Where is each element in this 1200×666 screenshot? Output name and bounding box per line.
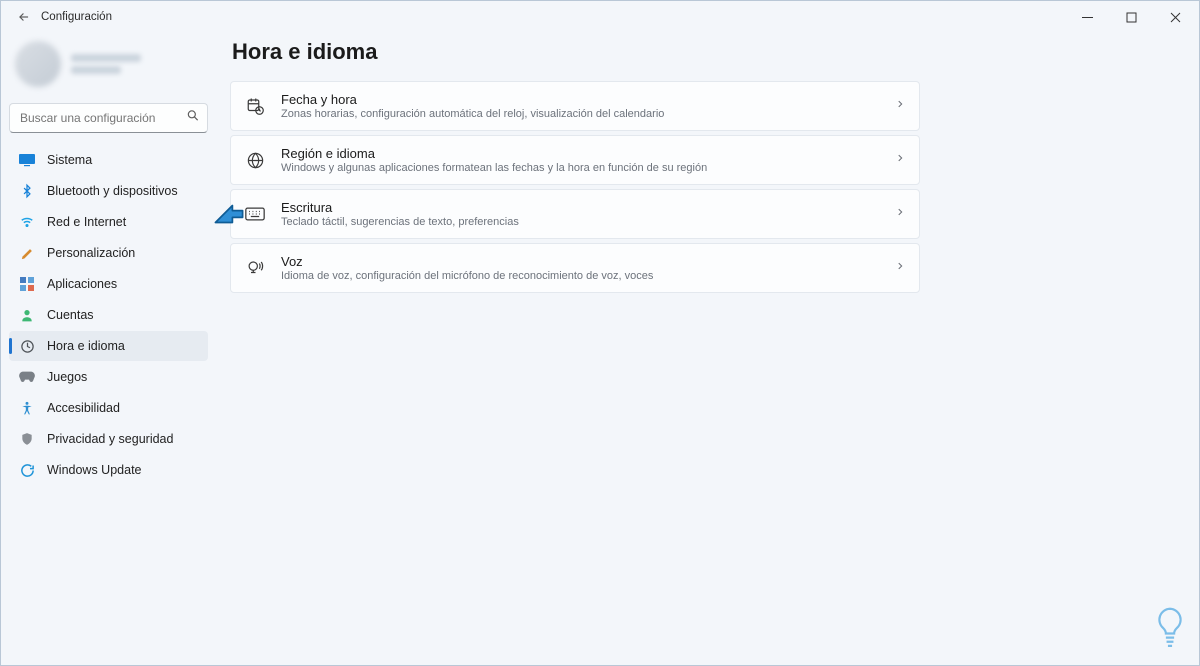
main-content: Hora e idioma Fecha y hora Zonas horaria… (216, 33, 1199, 665)
close-button[interactable] (1153, 2, 1197, 32)
sidebar-item-label: Aplicaciones (47, 277, 117, 291)
gamepad-icon (19, 369, 35, 385)
sidebar-item-gaming[interactable]: Juegos (9, 362, 208, 392)
sidebar-item-label: Accesibilidad (47, 401, 120, 415)
avatar (15, 41, 61, 87)
card-title: Voz (281, 254, 653, 269)
calendar-clock-icon (245, 97, 265, 115)
maximize-icon (1126, 12, 1137, 23)
sidebar-item-label: Privacidad y seguridad (47, 432, 173, 446)
update-icon (19, 462, 35, 478)
search-box[interactable] (9, 103, 208, 133)
tips-bulb-icon[interactable] (1153, 606, 1187, 655)
bluetooth-icon (19, 183, 35, 199)
sidebar-item-system[interactable]: Sistema (9, 145, 208, 175)
titlebar: Configuración (1, 1, 1199, 33)
card-subtitle: Idioma de voz, configuración del micrófo… (281, 270, 653, 282)
person-icon (19, 307, 35, 323)
chevron-right-icon (895, 151, 905, 169)
sidebar: Sistema Bluetooth y dispositivos Red e I… (1, 33, 216, 665)
card-date-time[interactable]: Fecha y hora Zonas horarias, configuraci… (230, 81, 920, 131)
card-title: Escritura (281, 200, 519, 215)
paintbrush-icon (19, 245, 35, 261)
minimize-button[interactable] (1065, 2, 1109, 32)
sidebar-item-time-language[interactable]: Hora e idioma (9, 331, 208, 361)
sidebar-item-label: Juegos (47, 370, 87, 384)
card-title: Región e idioma (281, 146, 707, 161)
sidebar-item-accessibility[interactable]: Accesibilidad (9, 393, 208, 423)
search-icon (186, 109, 200, 128)
window-body: Sistema Bluetooth y dispositivos Red e I… (1, 33, 1199, 665)
card-text: Región e idioma Windows y algunas aplica… (281, 146, 707, 174)
settings-cards: Fecha y hora Zonas horarias, configuraci… (230, 81, 920, 293)
user-profile[interactable] (9, 35, 208, 97)
card-subtitle: Teclado táctil, sugerencias de texto, pr… (281, 216, 519, 228)
settings-window: Configuración (0, 0, 1200, 666)
sidebar-item-label: Sistema (47, 153, 92, 167)
sidebar-item-label: Hora e idioma (47, 339, 125, 353)
page-title: Hora e idioma (232, 39, 1179, 65)
card-title: Fecha y hora (281, 92, 664, 107)
accessibility-icon (19, 400, 35, 416)
sidebar-item-privacy[interactable]: Privacidad y seguridad (9, 424, 208, 454)
sidebar-item-label: Bluetooth y dispositivos (47, 184, 178, 198)
window-title: Configuración (41, 11, 112, 23)
globe-icon (245, 151, 265, 170)
wifi-icon (19, 214, 35, 230)
sidebar-item-bluetooth[interactable]: Bluetooth y dispositivos (9, 176, 208, 206)
sidebar-item-windows-update[interactable]: Windows Update (9, 455, 208, 485)
maximize-button[interactable] (1109, 2, 1153, 32)
minimize-icon (1082, 12, 1093, 23)
mic-speech-icon (245, 259, 265, 277)
chevron-right-icon (895, 97, 905, 115)
card-text: Fecha y hora Zonas horarias, configuraci… (281, 92, 664, 120)
back-arrow-icon (17, 10, 31, 24)
sidebar-item-label: Windows Update (47, 463, 142, 477)
sidebar-nav: Sistema Bluetooth y dispositivos Red e I… (9, 145, 208, 485)
keyboard-icon (245, 207, 265, 221)
sidebar-item-network[interactable]: Red e Internet (9, 207, 208, 237)
sidebar-item-label: Cuentas (47, 308, 94, 322)
sidebar-item-personalization[interactable]: Personalización (9, 238, 208, 268)
apps-icon (19, 276, 35, 292)
card-subtitle: Zonas horarias, configuración automática… (281, 108, 664, 120)
search-input[interactable] (9, 103, 208, 133)
display-icon (19, 152, 35, 168)
close-icon (1170, 12, 1181, 23)
chevron-right-icon (895, 205, 905, 223)
user-info (71, 54, 141, 74)
card-subtitle: Windows y algunas aplicaciones formatean… (281, 162, 707, 174)
clock-globe-icon (19, 338, 35, 354)
card-speech[interactable]: Voz Idioma de voz, configuración del mic… (230, 243, 920, 293)
window-controls (1065, 2, 1197, 32)
back-button[interactable] (11, 4, 37, 30)
card-region-language[interactable]: Región e idioma Windows y algunas aplica… (230, 135, 920, 185)
card-typing[interactable]: Escritura Teclado táctil, sugerencias de… (230, 189, 920, 239)
sidebar-item-label: Red e Internet (47, 215, 126, 229)
sidebar-item-apps[interactable]: Aplicaciones (9, 269, 208, 299)
card-text: Escritura Teclado táctil, sugerencias de… (281, 200, 519, 228)
shield-icon (19, 431, 35, 447)
sidebar-item-accounts[interactable]: Cuentas (9, 300, 208, 330)
chevron-right-icon (895, 259, 905, 277)
card-text: Voz Idioma de voz, configuración del mic… (281, 254, 653, 282)
sidebar-item-label: Personalización (47, 246, 135, 260)
